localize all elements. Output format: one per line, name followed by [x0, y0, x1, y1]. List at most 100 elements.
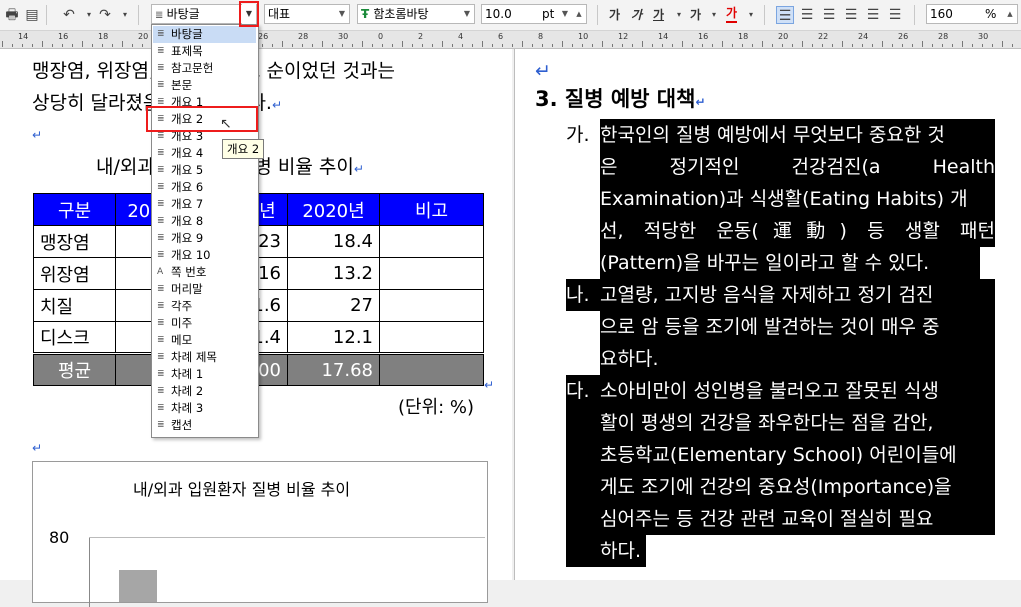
header-cell[interactable]: 비고 — [379, 193, 484, 226]
style-menu-item[interactable]: ≣ 개요 10 — [153, 247, 256, 264]
header-cell[interactable]: 2020년 — [287, 193, 380, 226]
table-cell[interactable] — [379, 257, 484, 290]
header-cell[interactable]: 구분 — [33, 193, 116, 226]
table-cell[interactable]: 12.1 — [287, 321, 380, 354]
redo-icon[interactable]: ↷ — [96, 6, 114, 24]
style-menu-item[interactable]: ≣ 차례 1 — [153, 366, 256, 383]
item-line[interactable]: 으로 암 등을 조기에 발견하는 것이 매우 중 — [600, 311, 995, 343]
style-menu-item-label: 표제목 — [171, 44, 203, 58]
ruler-tick — [352, 44, 353, 47]
preview-icon[interactable]: ▤ — [23, 6, 41, 24]
ruler-tick — [302, 44, 303, 47]
item-line[interactable]: 활이 평생의 건강을 좌우한다는 점을 감안, — [566, 407, 995, 439]
ruler-tick — [552, 44, 553, 47]
ruler-tick — [922, 41, 923, 47]
size-combo[interactable]: 10.0 pt ▼ ▲▼ — [481, 4, 587, 24]
item-line[interactable]: 한국인의 질병 예방에서 무엇보다 중요한 것 — [600, 119, 995, 151]
table-cell[interactable]: 13.2 — [287, 257, 380, 290]
table-cell[interactable] — [379, 321, 484, 354]
align-justify-icon[interactable]: ☰ — [776, 6, 794, 24]
ruler-tick — [652, 44, 653, 47]
spin-icon[interactable]: ▲▼ — [1003, 5, 1017, 23]
chevron-down-icon[interactable]: ▾ — [670, 6, 688, 24]
ruler-tick — [512, 44, 513, 47]
ruler-tick — [142, 44, 143, 47]
table-cell[interactable]: 27 — [287, 289, 380, 322]
table-cell[interactable] — [379, 353, 484, 386]
item-line[interactable]: 은 정기적인 건강검진(a Health — [600, 151, 995, 183]
style-menu-item[interactable]: ≣ 본문 — [153, 77, 256, 94]
bold-button[interactable]: 가 — [609, 5, 620, 25]
style-menu-item[interactable]: ≣ 차례 3 — [153, 400, 256, 417]
style-menu-item[interactable]: ≣ 표제목 — [153, 43, 256, 60]
align-center-icon[interactable]: ☰ — [820, 6, 838, 24]
style-menu-item[interactable]: ≣ 메모 — [153, 332, 256, 349]
ruler-number: 16 — [698, 32, 709, 41]
style-menu-item[interactable]: ≣ 차례 제목 — [153, 349, 256, 366]
table-cell[interactable]: 디스크 — [33, 321, 116, 354]
table-cell[interactable] — [379, 289, 484, 322]
ruler-tick — [282, 41, 283, 47]
item-line[interactable]: 고열량, 고지방 음식을 자제하고 정기 검진 — [600, 279, 995, 311]
ruler-number: 30 — [978, 32, 989, 41]
font-combo[interactable]: Ŧ 함초롬바탕 ▼ — [357, 4, 475, 24]
text-color-button[interactable]: 가 — [726, 5, 738, 23]
style-menu-item[interactable]: ≣ 각주 — [153, 298, 256, 315]
align-split-icon[interactable]: ☰ — [886, 6, 904, 24]
undo-icon[interactable]: ↶ — [60, 6, 78, 24]
style-menu-item[interactable]: ≣ 개요 8 — [153, 213, 256, 230]
item-line[interactable]: 하다. — [566, 535, 646, 567]
table-cell[interactable]: 위장염 — [33, 257, 116, 290]
frame-combo[interactable]: 대표 ▼ — [264, 4, 350, 24]
style-menu-item[interactable]: ≣ 머리말 — [153, 281, 256, 298]
item-line[interactable]: 소아비만이 성인병을 불러오고 잘못된 식생 — [600, 375, 995, 407]
chevron-down-icon[interactable]: ▼ — [335, 5, 349, 23]
item-line[interactable]: 심어주는 등 건강 관련 교육이 절실히 필요 — [566, 503, 995, 535]
style-menu-item[interactable]: ≣ 캡션 — [153, 417, 256, 434]
style-menu-item[interactable]: ≣ 개요 2 — [153, 111, 256, 128]
table-cell[interactable]: 맹장염 — [33, 225, 116, 258]
item-line[interactable]: Examination)과 식생활(Eating Habits) 개 — [600, 183, 995, 215]
style-menu-item[interactable]: ≣ 차례 2 — [153, 383, 256, 400]
style-dropdown-list[interactable]: ≣ 바탕글 ≣ 표제목 ≣ 참고문헌 ≣ 본문 ≣ 개요 1 ≣ 개요 2 ≣ 개요 3 ≣ 개요 4 ≣ 개요 … — [151, 24, 259, 438]
style-menu-item[interactable]: ≣ 개요 9 — [153, 230, 256, 247]
item-line[interactable]: 선, 적당한 운동(運動) 등 생활 패턴 — [600, 215, 995, 247]
spin-icon[interactable]: ▲▼ — [572, 5, 586, 23]
style-menu-item-label: 머리말 — [171, 282, 203, 296]
style-menu-item[interactable]: ≣ 참고문헌 — [153, 60, 256, 77]
ruler-tick — [882, 41, 883, 47]
style-menu-item[interactable]: ≣ 바탕글 — [153, 26, 256, 43]
style-menu-item[interactable]: ≣ 개요 6 — [153, 179, 256, 196]
chevron-down-icon[interactable]: ▼ — [242, 4, 256, 24]
table-cell[interactable]: 평균 — [33, 353, 116, 386]
italic-button[interactable]: 가 — [631, 5, 642, 25]
item-line[interactable]: 게도 조기에 건강의 중요성(Importance)을 — [566, 471, 995, 503]
chevron-down-icon[interactable]: ▼ — [460, 5, 474, 23]
style-menu-item[interactable]: ≣ 개요 1 — [153, 94, 256, 111]
underline-button[interactable]: 가 — [653, 5, 664, 25]
style-menu-item[interactable]: ≣ 개요 5 — [153, 162, 256, 179]
page-right[interactable]: ↵ 3. 질병 예방 대책↵ 가. 한국인의 질병 예방에서 무엇보다 중요한 … — [514, 49, 1021, 580]
align-distribute-icon[interactable]: ☰ — [864, 6, 882, 24]
table-cell[interactable] — [379, 225, 484, 258]
align-left-icon[interactable]: ☰ — [798, 6, 816, 24]
print-icon[interactable]: 🖶 — [3, 6, 21, 24]
style-menu-item[interactable]: ≣ 개요 7 — [153, 196, 256, 213]
chevron-down-icon[interactable]: ▾ — [705, 6, 723, 24]
table-cell[interactable]: 17.68 — [287, 353, 380, 386]
table-cell[interactable]: 치질 — [33, 289, 116, 322]
item-line[interactable]: (Pattern)을 바꾸는 일이라고 할 수 있다. — [600, 247, 980, 279]
style-menu-item[interactable]: ≣ 미주 — [153, 315, 256, 332]
ruler-tick — [852, 44, 853, 47]
chevron-down-icon[interactable]: ▾ — [116, 6, 134, 24]
style-menu-item[interactable]: A 쪽 번호 — [153, 264, 256, 281]
item-line[interactable]: 초등학교(Elementary School) 어린이들에 — [566, 439, 995, 471]
align-right-icon[interactable]: ☰ — [842, 6, 860, 24]
item-line[interactable]: 요하다. — [600, 343, 995, 375]
chart-box[interactable]: 내/외과 입원환자 질병 비율 추이 80 — [32, 461, 488, 607]
chevron-down-icon[interactable]: ▾ — [742, 6, 760, 24]
zoom-combo[interactable]: 160 % ▲▼ — [926, 4, 1018, 24]
strike-button[interactable]: 가 — [690, 5, 701, 25]
chevron-down-icon[interactable]: ▼ — [558, 5, 572, 23]
table-cell[interactable]: 18.4 — [287, 225, 380, 258]
